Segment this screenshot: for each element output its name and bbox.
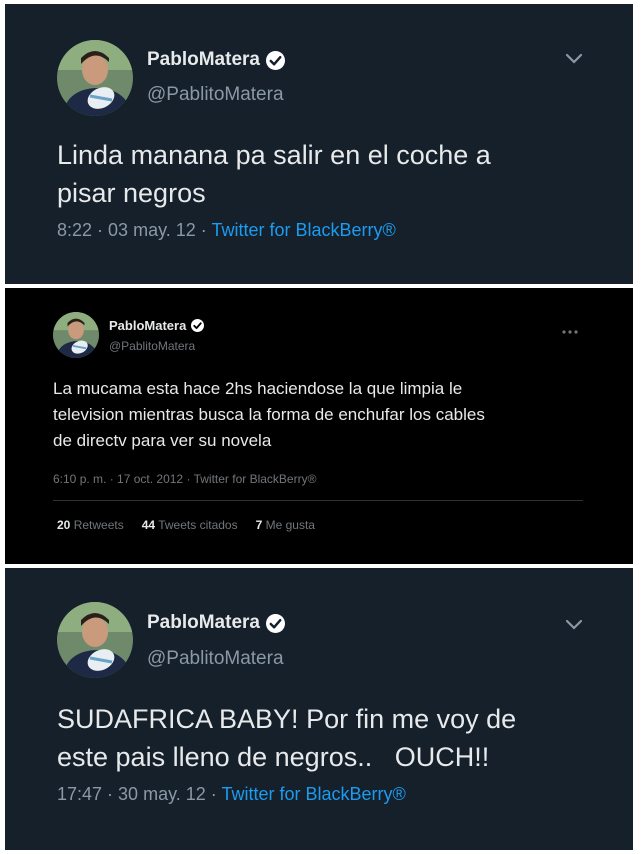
display-name-text: PabloMatera [109,318,187,333]
tweet-text: SUDAFRICA BABY! Por fin me voy de este p… [57,704,517,772]
verified-badge-icon [265,613,285,633]
tweet-source-link[interactable]: Twitter for BlackBerry® [221,784,405,804]
quotes-stat[interactable]: 44 Tweets citados [142,518,238,532]
verified-badge-icon [191,319,205,332]
user-handle[interactable]: @PablitoMatera [147,648,284,670]
chevron-down-icon[interactable] [565,618,583,630]
meta-separator: · [92,220,109,240]
tweet-time[interactable]: 8:22 [57,220,92,240]
tweet-time[interactable]: 6:10 p. m. [53,472,106,486]
display-name[interactable]: PabloMatera [147,49,285,71]
tweet-time[interactable]: 17:47 [57,784,102,804]
more-dots-icon[interactable] [561,322,579,334]
retweets-label: Retweets [73,518,124,532]
likes-stat[interactable]: 7 Me gusta [256,518,315,532]
tweet-date[interactable]: 30 may. 12 [118,784,206,804]
quotes-label: Tweets citados [158,518,238,532]
divider [53,500,583,501]
meta-separator: · [102,784,119,804]
tweet-meta: 6:10 p. m. · 17 oct. 2012 · Twitter for … [53,472,316,486]
tweet-source-link[interactable]: Twitter for BlackBerry® [211,220,395,240]
tweet-text: La mucama esta hace 2hs haciendose la qu… [53,379,485,450]
quotes-count: 44 [141,518,156,532]
display-name-text: PabloMatera [147,49,260,70]
avatar[interactable] [53,312,99,358]
retweets-count: 20 [57,518,71,532]
avatar[interactable] [57,40,133,116]
chevron-down-icon[interactable] [565,52,583,64]
tweet-card-2[interactable]: PabloMatera @PablitoMatera La mucama est… [5,288,633,564]
likes-count: 7 [255,518,263,532]
tweet-meta: 8:22 · 03 may. 12 · Twitter for BlackBer… [57,220,396,241]
tweet-card-1[interactable]: PabloMatera @PablitoMatera Linda manana … [5,4,633,284]
tweet-stats: 20 Retweets 44 Tweets citados 7 Me gusta [57,518,315,532]
meta-separator: · [106,472,118,486]
tweet-date[interactable]: 17 oct. 2012 [117,472,183,486]
meta-separator: · [205,784,222,804]
display-name[interactable]: PabloMatera [109,318,205,333]
meta-separator: · [183,472,194,486]
retweets-stat[interactable]: 20 Retweets [57,518,124,532]
tweet-meta: 17:47 · 30 may. 12 · Twitter for BlackBe… [57,784,406,805]
meta-separator: · [195,220,212,240]
tweet-source-link[interactable]: Twitter for BlackBerry® [194,472,317,486]
display-name-text: PabloMatera [147,612,260,633]
likes-label: Me gusta [265,518,315,532]
tweet-text: Linda manana pa salir en el coche a pisa… [57,140,491,208]
user-handle[interactable]: @PablitoMatera [109,339,195,353]
user-handle[interactable]: @PablitoMatera [147,84,284,106]
avatar[interactable] [57,602,133,678]
tweet-date[interactable]: 03 may. 12 [108,220,196,240]
display-name[interactable]: PabloMatera [147,612,285,634]
verified-badge-icon [265,50,285,70]
tweet-card-3[interactable]: PabloMatera @PablitoMatera SUDAFRICA BAB… [5,568,633,850]
